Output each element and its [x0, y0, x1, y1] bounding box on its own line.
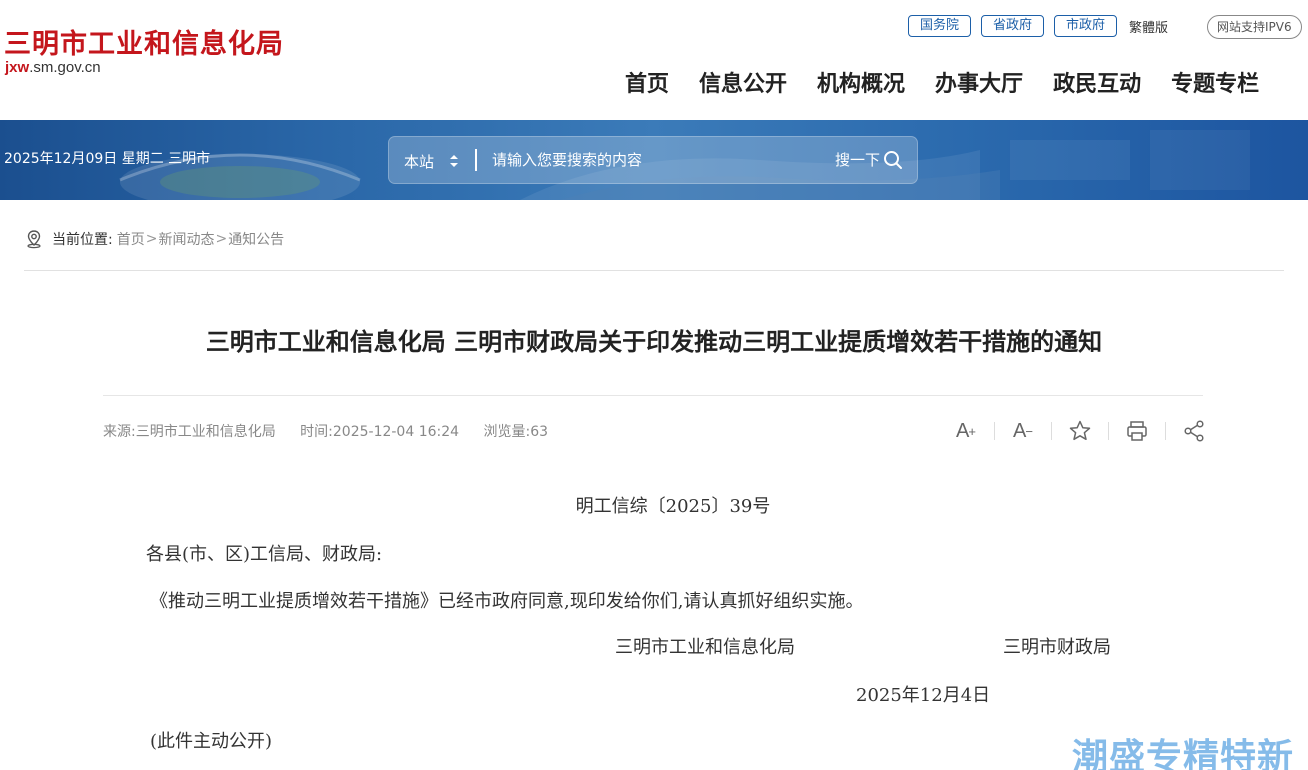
traditional-chinese-link[interactable]: 繁體版 — [1129, 17, 1168, 36]
breadcrumb-separator: > — [215, 231, 228, 247]
nav-info-disclosure[interactable]: 信息公开 — [684, 66, 802, 98]
location-pin-icon — [27, 230, 41, 249]
salutation: 各县(市、区)工信局、财政局: — [146, 544, 383, 565]
nav-special-topics[interactable]: 专题专栏 — [1156, 66, 1274, 98]
print-icon[interactable] — [1121, 418, 1153, 444]
article-views: 浏览量:63 — [483, 424, 549, 440]
article-body: 《推动三明工业提质增效若干措施》已经市政府同意,现印发给你们,请认真抓好组织实施… — [150, 591, 864, 612]
tool-divider — [994, 422, 995, 440]
tool-divider — [1165, 422, 1166, 440]
breadcrumb-news[interactable]: 新闻动态 — [158, 229, 214, 249]
article-tools: A + A − — [950, 418, 1210, 444]
share-icon[interactable] — [1178, 418, 1210, 444]
select-arrows-icon[interactable] — [449, 153, 459, 169]
link-state-council[interactable]: 国务院 — [908, 15, 972, 37]
signer-finance-bureau: 三明市财政局 — [1003, 637, 1111, 658]
font-decrease-icon[interactable]: A − — [1007, 418, 1039, 444]
link-city-gov[interactable]: 市政府 — [1054, 15, 1118, 37]
divider — [24, 270, 1284, 271]
search-button-label: 搜一下 — [835, 151, 881, 169]
search-button[interactable]: 搜一下 — [835, 149, 903, 170]
domain-suffix: .sm.gov.cn — [29, 59, 101, 76]
domain-prefix: jxw — [5, 59, 30, 76]
search-input[interactable] — [492, 145, 822, 175]
article-time: 时间:2025-12-04 16:24 — [300, 424, 460, 440]
search-box: 本站 搜一下 — [388, 136, 918, 184]
article-source: 来源:三明市工业和信息化局 — [103, 424, 276, 440]
current-date: 2025年12月09日 星期二 三明市 — [4, 151, 211, 167]
article-title: 三明市工业和信息化局 三明市财政局关于印发推动三明工业提质增效若干措施的通知 — [205, 328, 1103, 356]
nav-service-hall[interactable]: 办事大厅 — [920, 66, 1038, 98]
site-header: 三明市工业和信息化局 jxw.sm.gov.cn 国务院 省政府 市政府 繁體版… — [0, 0, 1308, 120]
document-number: 明工信综〔2025〕39号 — [575, 496, 771, 517]
search-scope-select[interactable]: 本站 — [404, 151, 434, 172]
breadcrumb: 当前位置: 首页 > 新闻动态 > 通知公告 — [24, 229, 284, 249]
font-increase-icon[interactable]: A + — [950, 418, 982, 444]
tool-divider — [1051, 422, 1052, 440]
main-nav: 首页 信息公开 机构概况 办事大厅 政民互动 专题专栏 — [610, 66, 1274, 98]
nav-organization[interactable]: 机构概况 — [802, 66, 920, 98]
search-icon — [884, 150, 903, 169]
disclosure-note: (此件主动公开) — [150, 731, 273, 752]
divider — [103, 395, 1203, 396]
search-divider — [475, 149, 477, 171]
site-domain: jxw.sm.gov.cn — [5, 59, 101, 76]
breadcrumb-notices[interactable]: 通知公告 — [228, 229, 284, 249]
site-logo-title[interactable]: 三明市工业和信息化局 — [4, 22, 284, 61]
breadcrumb-label: 当前位置: — [52, 232, 113, 248]
banner: 2025年12月09日 星期二 三明市 本站 搜一下 — [0, 120, 1308, 200]
star-icon[interactable] — [1064, 418, 1096, 444]
nav-interaction[interactable]: 政民互动 — [1038, 66, 1156, 98]
nav-home[interactable]: 首页 — [610, 66, 684, 98]
issue-date: 2025年12月4日 — [856, 685, 991, 706]
breadcrumb-home[interactable]: 首页 — [117, 229, 145, 249]
watermark: 潮盛专精特新 — [1072, 737, 1295, 770]
ipv6-badge: 网站支持IPV6 — [1207, 15, 1302, 39]
tool-divider — [1108, 422, 1109, 440]
breadcrumb-separator: > — [145, 231, 158, 247]
link-provincial-gov[interactable]: 省政府 — [981, 15, 1045, 37]
top-links: 国务院 省政府 市政府 繁體版 — [908, 15, 1168, 37]
article-meta: 来源:三明市工业和信息化局 时间:2025-12-04 16:24 浏览量:63 — [103, 421, 568, 441]
signer-industry-bureau: 三明市工业和信息化局 — [615, 637, 795, 658]
